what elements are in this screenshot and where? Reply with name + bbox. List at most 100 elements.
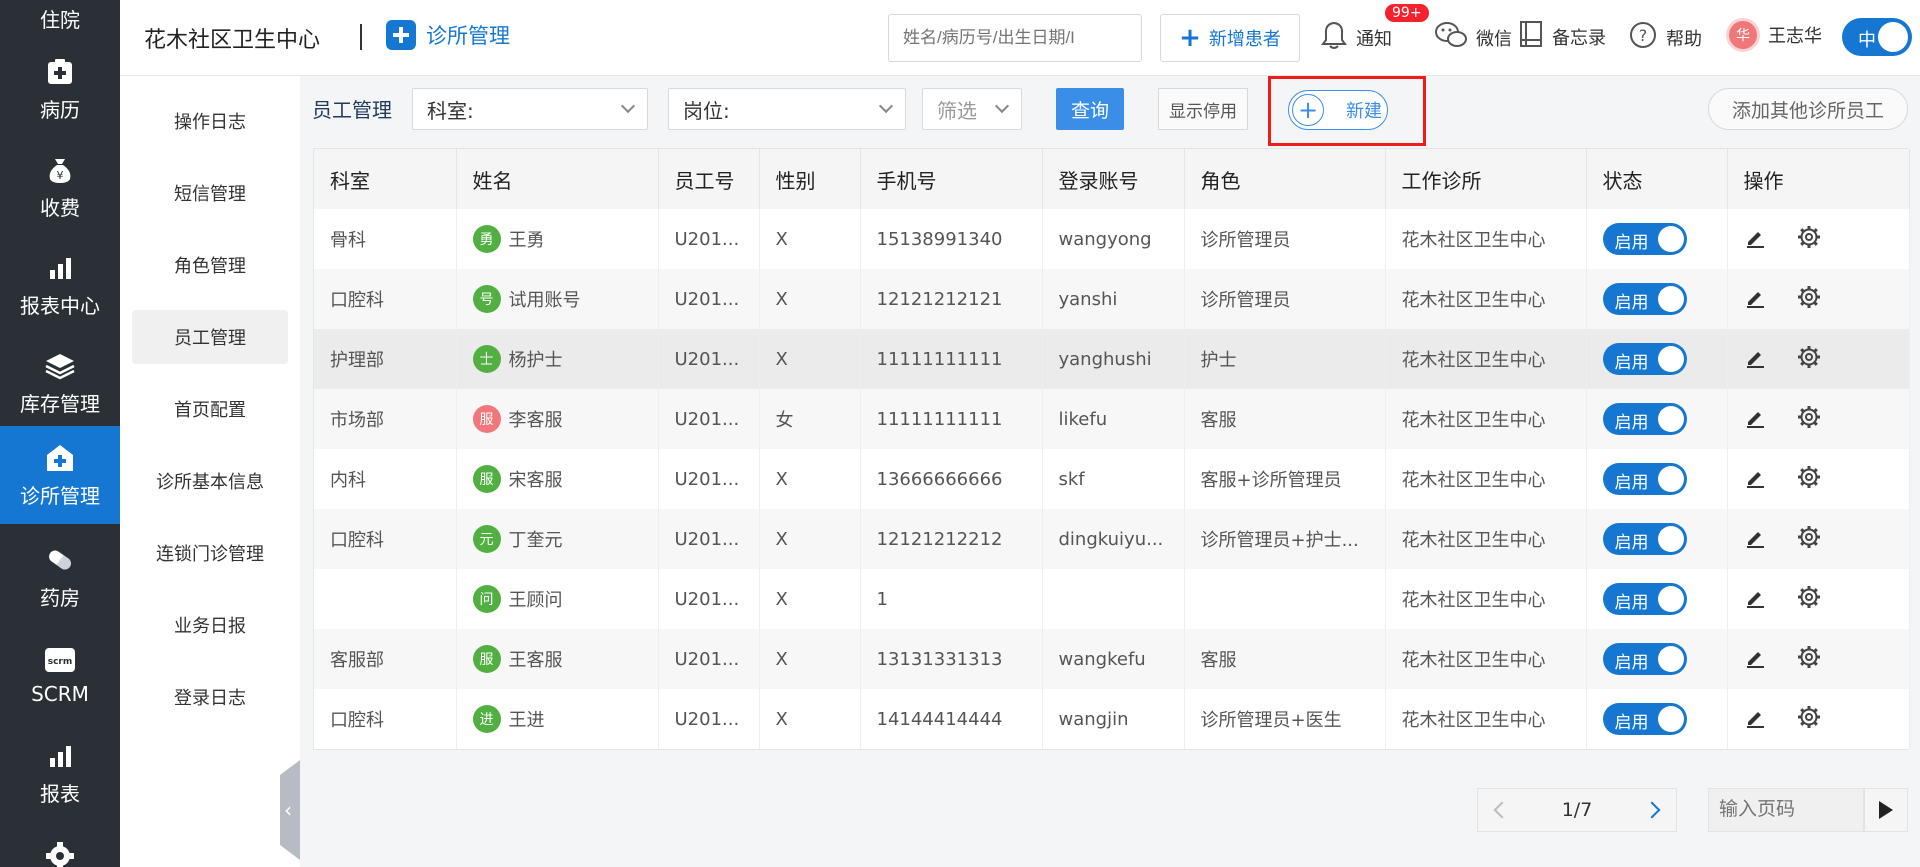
show-disabled-button[interactable]: 显示停用 [1158,88,1248,130]
table-row[interactable]: 骨科勇王勇 U201... X 15138991340 wangyong 诊所管理员 花木社… [314,209,1910,269]
breadcrumb[interactable]: 诊所管理 [386,20,510,50]
wechat-button[interactable]: 微信 [1434,20,1512,55]
cell-name: 进王进 [456,689,659,749]
notification-button[interactable]: 通知 [1320,20,1392,55]
gear-icon[interactable] [1796,284,1822,315]
status-label: 启用 [1614,233,1649,253]
staff-avatar: 进 [472,705,501,733]
filter-dropdown[interactable]: 筛选 [922,88,1022,130]
table-row[interactable]: 问王顾问 U201... X 1 花木社区卫生中心 启用 [314,569,1910,629]
gear-icon[interactable] [1796,344,1822,375]
column-header: 工作诊所 [1385,149,1587,209]
submenu-item-daily-report[interactable]: 业务日报 [132,598,288,652]
edit-pencil-icon[interactable] [1744,526,1766,553]
position-select[interactable]: 岗位: [668,88,906,130]
edit-pencil-icon[interactable] [1744,706,1766,733]
cell-actions [1727,569,1910,629]
toggle-knob [1657,526,1684,552]
submenu-item-login-log[interactable]: 登录日志 [132,670,288,724]
search-input[interactable] [888,14,1142,62]
sidebar-item-settings[interactable] [0,810,120,867]
page-number-input[interactable] [1708,788,1864,832]
sidebar-item-billing[interactable]: ¥ 收费 [0,138,120,236]
department-select[interactable]: 科室: [412,88,648,130]
add-other-clinic-staff-button[interactable]: 添加其他诊所员工 [1708,88,1908,130]
status-toggle[interactable]: 启用 [1602,703,1687,735]
table-row[interactable]: 口腔科号试用账号 U201... X 12121212121 yanshi 诊所管理员 花木… [314,269,1910,329]
cell-employee-no: U201... [658,629,760,689]
gear-icon[interactable] [1796,584,1822,615]
submenu-item-chain-clinics[interactable]: 连锁门诊管理 [132,526,288,580]
edit-pencil-icon[interactable] [1744,406,1766,433]
cell-employee-no: U201... [658,389,760,449]
gear-icon[interactable] [1796,704,1822,735]
name-cell: 服宋客服 [472,465,658,493]
status-toggle[interactable]: 启用 [1602,643,1687,675]
gear-icon[interactable] [1796,464,1822,495]
status-toggle[interactable]: 启用 [1602,583,1687,615]
edit-pencil-icon[interactable] [1744,226,1766,253]
status-toggle[interactable]: 启用 [1602,283,1687,315]
status-label: 启用 [1614,713,1649,733]
go-to-page-button[interactable] [1864,788,1908,832]
status-toggle[interactable]: 启用 [1602,523,1687,555]
status-toggle[interactable]: 启用 [1602,223,1687,255]
sidebar-item-records[interactable]: 病历 [0,40,120,138]
memo-button[interactable]: 备忘录 [1518,20,1606,53]
sidebar-item-reports[interactable]: 报表 [0,724,120,822]
submenu-item-operation-log[interactable]: 操作日志 [132,94,288,148]
status-toggle[interactable]: 启用 [1602,403,1687,435]
help-icon: ? [1628,20,1658,55]
edit-pencil-icon[interactable] [1744,466,1766,493]
gear-icon[interactable] [1796,644,1822,675]
gear-icon[interactable] [1796,224,1822,255]
sidebar-item-inventory[interactable]: 库存管理 [0,334,120,432]
edit-pencil-icon[interactable] [1744,286,1766,313]
language-toggle[interactable]: 中 [1842,18,1912,56]
query-button[interactable]: 查询 [1056,88,1124,130]
main-sidebar: 住院 病历 ¥ 收费 报表中心 库存管理 诊所管理 药房 scrm SCRM 报… [0,0,120,867]
staff-avatar: 服 [472,405,501,433]
user-avatar: 华 [1726,18,1760,52]
sidebar-item-report-center[interactable]: 报表中心 [0,236,120,334]
gear-icon [44,840,76,867]
cell-clinic: 花木社区卫生中心 [1385,629,1587,689]
next-page-icon[interactable] [1643,801,1661,819]
cell-actions [1727,689,1910,749]
prev-page-icon[interactable] [1493,801,1511,819]
table-row[interactable]: 内科服宋客服 U201... X 13666666666 skf 客服+诊所管理员 花木社区… [314,449,1910,509]
sidebar-item-scrm[interactable]: scrm SCRM [0,626,120,724]
edit-pencil-icon[interactable] [1744,346,1766,373]
submenu-item-home-config[interactable]: 首页配置 [132,382,288,436]
sidebar-item-pharmacy[interactable]: 药房 [0,528,120,626]
layers-icon [44,350,76,382]
status-toggle[interactable]: 启用 [1602,463,1687,495]
name-cell: 勇王勇 [472,225,658,253]
new-staff-button[interactable]: + 新建 [1288,90,1388,130]
submenu-item-sms[interactable]: 短信管理 [132,166,288,220]
table-row[interactable]: 口腔科元丁奎元 U201... X 12121212212 dingkuiyu... 诊所… [314,509,1910,569]
submenu-item-clinic-info[interactable]: 诊所基本信息 [132,454,288,508]
edit-pencil-icon[interactable] [1744,586,1766,613]
cell-clinic: 花木社区卫生中心 [1385,569,1587,629]
collapse-menu-button[interactable]: ‹ [280,760,300,860]
row-actions [1744,224,1909,255]
staff-avatar: 号 [472,285,501,313]
money-bag-icon: ¥ [44,154,76,186]
status-toggle[interactable]: 启用 [1602,343,1687,375]
gear-icon[interactable] [1796,524,1822,555]
add-patient-button[interactable]: + 新增患者 [1160,14,1300,62]
sidebar-item-clinic-management[interactable]: 诊所管理 [0,426,120,524]
gear-icon[interactable] [1796,404,1822,435]
help-button[interactable]: ? 帮助 [1628,20,1702,55]
edit-pencil-icon[interactable] [1744,646,1766,673]
submenu-item-roles[interactable]: 角色管理 [132,238,288,292]
table-row[interactable]: 口腔科进王进 U201... X 14144414444 wangjin 诊所管理员+医生… [314,689,1910,749]
table-row[interactable]: 客服部服王客服 U201... X 13131331313 wangkefu 客服 花木社区… [314,629,1910,689]
table-row[interactable]: 护理部士杨护士 U201... X 11111111111 yanghushi 护士 花木社… [314,329,1910,389]
table-row[interactable]: 市场部服李客服 U201... 女 11111111111 likefu 客服 花木社区卫生… [314,389,1910,449]
name-cell: 士杨护士 [472,345,658,373]
user-menu[interactable]: 华 王志华 [1726,18,1822,52]
cell-department: 客服部 [314,629,457,689]
submenu-item-staff[interactable]: 员工管理 [132,310,288,364]
